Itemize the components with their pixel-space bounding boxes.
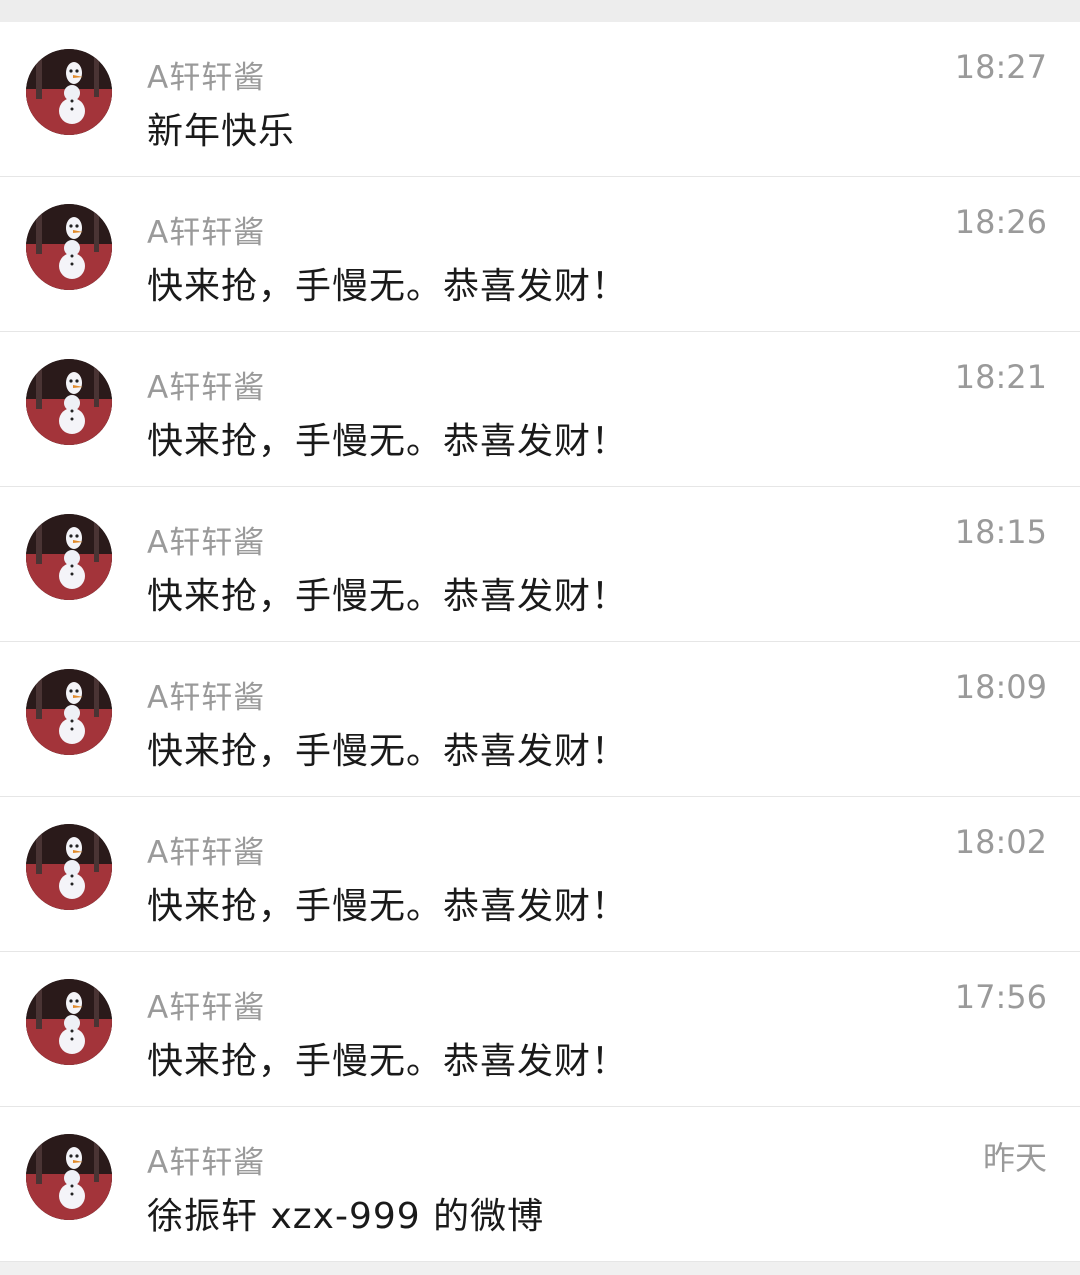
- snowman-avatar-icon: [26, 49, 112, 135]
- sender-name: A轩轩酱: [147, 215, 266, 251]
- conversation-item[interactable]: A轩轩酱 快来抢，手慢无。恭喜发财！ 18:02: [0, 797, 1080, 952]
- sender-name: A轩轩酱: [147, 525, 266, 561]
- message-preview: 快来抢，手慢无。恭喜发财！: [147, 886, 629, 927]
- sender-name: A轩轩酱: [147, 370, 266, 406]
- avatar[interactable]: [26, 514, 112, 600]
- conversation-item[interactable]: A轩轩酱 徐振轩 xzx-999 的微博 昨天: [0, 1107, 1080, 1262]
- avatar[interactable]: [26, 979, 112, 1065]
- message-preview: 徐振轩 xzx-999 的微博: [147, 1196, 545, 1237]
- snowman-avatar-icon: [26, 204, 112, 290]
- snowman-avatar-icon: [26, 824, 112, 910]
- avatar[interactable]: [26, 824, 112, 910]
- message-preview: 快来抢，手慢无。恭喜发财！: [147, 731, 629, 772]
- conversation-item[interactable]: A轩轩酱 快来抢，手慢无。恭喜发财！ 18:09: [0, 642, 1080, 797]
- message-preview: 快来抢，手慢无。恭喜发财！: [147, 576, 629, 617]
- sender-name: A轩轩酱: [147, 835, 266, 871]
- conversation-item[interactable]: A轩轩酱 快来抢，手慢无。恭喜发财！ 18:15: [0, 487, 1080, 642]
- sender-name: A轩轩酱: [147, 1145, 266, 1181]
- message-preview: 快来抢，手慢无。恭喜发财！: [147, 266, 629, 307]
- conversation-item[interactable]: A轩轩酱 快来抢，手慢无。恭喜发财！ 18:21: [0, 332, 1080, 487]
- message-time: 18:21: [954, 358, 1047, 396]
- conversation-item[interactable]: A轩轩酱 快来抢，手慢无。恭喜发财！ 17:56: [0, 952, 1080, 1107]
- snowman-avatar-icon: [26, 1134, 112, 1220]
- message-preview: 快来抢，手慢无。恭喜发财！: [147, 421, 629, 462]
- snowman-avatar-icon: [26, 359, 112, 445]
- snowman-avatar-icon: [26, 514, 112, 600]
- message-time: 17:56: [954, 978, 1047, 1016]
- message-time: 昨天: [982, 1139, 1047, 1177]
- sender-name: A轩轩酱: [147, 60, 266, 96]
- snowman-avatar-icon: [26, 669, 112, 755]
- message-time: 18:15: [954, 513, 1047, 551]
- conversation-item[interactable]: A轩轩酱 快来抢，手慢无。恭喜发财！ 18:26: [0, 177, 1080, 332]
- conversation-item[interactable]: A轩轩酱 新年快乐 18:27: [0, 22, 1080, 177]
- avatar[interactable]: [26, 359, 112, 445]
- sender-name: A轩轩酱: [147, 990, 266, 1026]
- message-time: 18:26: [954, 203, 1047, 241]
- avatar[interactable]: [26, 1134, 112, 1220]
- message-time: 18:27: [954, 48, 1047, 86]
- avatar[interactable]: [26, 49, 112, 135]
- message-time: 18:09: [954, 668, 1047, 706]
- top-status-strip: [0, 0, 1080, 22]
- message-preview: 新年快乐: [147, 111, 296, 152]
- sender-name: A轩轩酱: [147, 680, 266, 716]
- message-time: 18:02: [954, 823, 1047, 861]
- message-list: A轩轩酱 新年快乐 18:27 A轩轩酱 快来抢，手慢无。恭喜发财！ 18:26: [0, 22, 1080, 1262]
- avatar[interactable]: [26, 669, 112, 755]
- snowman-avatar-icon: [26, 979, 112, 1065]
- avatar[interactable]: [26, 204, 112, 290]
- message-preview: 快来抢，手慢无。恭喜发财！: [147, 1041, 629, 1082]
